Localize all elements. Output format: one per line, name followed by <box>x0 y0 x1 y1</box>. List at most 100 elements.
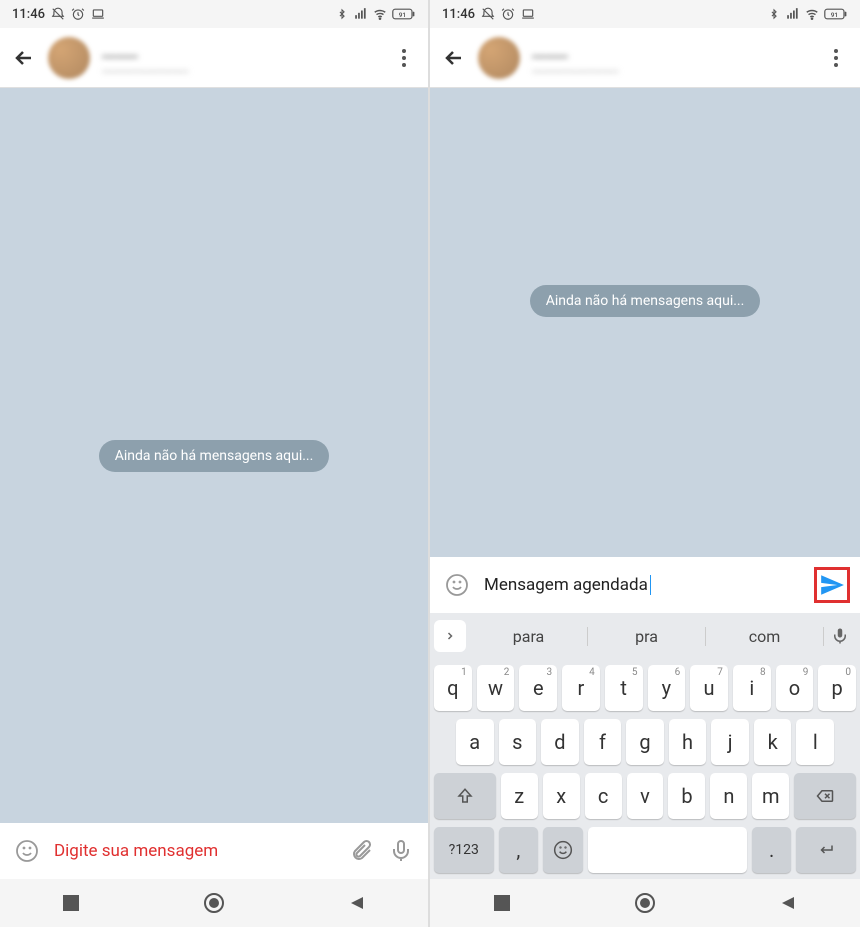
message-input[interactable]: Digite sua mensagem <box>54 841 334 861</box>
wifi-icon <box>805 7 819 21</box>
status-time: 11:46 <box>442 7 475 22</box>
key-n[interactable]: n <box>710 773 747 819</box>
key-l[interactable]: l <box>796 719 834 765</box>
shift-key[interactable] <box>434 773 496 819</box>
key-k[interactable]: k <box>754 719 792 765</box>
key-y[interactable]: y6 <box>648 665 686 711</box>
chat-area[interactable]: Ainda não há mensagens aqui... <box>430 88 860 557</box>
key-f[interactable]: f <box>584 719 622 765</box>
keyboard-suggestions: para pra com <box>430 613 860 659</box>
key-z[interactable]: z <box>501 773 538 819</box>
key-j[interactable]: j <box>711 719 749 765</box>
key-i[interactable]: i8 <box>733 665 771 711</box>
status-bar: 11:46 91 <box>0 0 428 28</box>
phone-screen-right: 11:46 91 <box>430 0 860 927</box>
phone-screen-left: 11:46 91 <box>0 0 430 927</box>
symbols-key[interactable]: ?123 <box>434 827 494 873</box>
nav-home-button[interactable] <box>202 891 226 915</box>
key-u[interactable]: u7 <box>690 665 728 711</box>
emoji-button[interactable] <box>444 572 470 598</box>
key-m[interactable]: m <box>752 773 789 819</box>
voice-button[interactable] <box>388 838 414 864</box>
send-button-highlight <box>814 567 850 603</box>
key-r[interactable]: r4 <box>562 665 600 711</box>
keyboard: q1w2e3r4t5y6u7i8o9p0 asdfghjkl zxcvbnm ?… <box>430 659 860 879</box>
nav-home-button[interactable] <box>633 891 657 915</box>
key-g[interactable]: g <box>626 719 664 765</box>
key-a[interactable]: a <box>456 719 494 765</box>
attach-button[interactable] <box>348 838 374 864</box>
send-button[interactable] <box>819 572 845 598</box>
svg-text:91: 91 <box>831 11 838 19</box>
more-options-button[interactable] <box>392 46 416 70</box>
key-h[interactable]: h <box>669 719 707 765</box>
contact-status: ________________ <box>532 60 812 74</box>
chat-area[interactable]: Ainda não há mensagens aqui... <box>0 88 428 823</box>
nav-bar <box>430 879 860 927</box>
key-b[interactable]: b <box>668 773 705 819</box>
back-button[interactable] <box>12 46 36 70</box>
comma-key[interactable]: , <box>499 827 539 873</box>
dnd-icon <box>481 7 495 21</box>
period-key[interactable]: . <box>752 827 792 873</box>
laptop-icon <box>521 7 535 21</box>
key-w[interactable]: w2 <box>477 665 515 711</box>
key-o[interactable]: o9 <box>776 665 814 711</box>
voice-input-button[interactable] <box>824 627 856 645</box>
key-x[interactable]: x <box>543 773 580 819</box>
battery-icon: 91 <box>392 7 416 21</box>
contact-name: _____ <box>102 41 380 60</box>
bluetooth-icon <box>767 7 781 21</box>
status-bar: 11:46 91 <box>430 0 860 28</box>
backspace-key[interactable] <box>794 773 856 819</box>
key-q[interactable]: q1 <box>434 665 472 711</box>
key-v[interactable]: v <box>627 773 664 819</box>
message-input-bar: Mensagem agendada <box>430 557 860 613</box>
suggestion-word[interactable]: com <box>706 627 824 646</box>
chat-header: _____ ________________ <box>430 28 860 88</box>
space-key[interactable] <box>588 827 747 873</box>
laptop-icon <box>91 7 105 21</box>
key-e[interactable]: e3 <box>519 665 557 711</box>
key-c[interactable]: c <box>585 773 622 819</box>
nav-recent-button[interactable] <box>59 891 83 915</box>
key-s[interactable]: s <box>499 719 537 765</box>
nav-recent-button[interactable] <box>490 891 514 915</box>
status-time: 11:46 <box>12 7 45 22</box>
back-button[interactable] <box>442 46 466 70</box>
empty-chat-message: Ainda não há mensagens aqui... <box>99 440 330 472</box>
message-input-bar: Digite sua mensagem <box>0 823 428 879</box>
contact-avatar[interactable] <box>478 37 520 79</box>
suggestion-word[interactable]: para <box>470 627 588 646</box>
nav-back-button[interactable] <box>776 891 800 915</box>
signal-icon <box>354 7 368 21</box>
dnd-icon <box>51 7 65 21</box>
alarm-icon <box>71 7 85 21</box>
more-options-button[interactable] <box>824 46 848 70</box>
suggestion-word[interactable]: pra <box>588 627 706 646</box>
key-p[interactable]: p0 <box>818 665 856 711</box>
contact-status: ________________ <box>102 60 380 74</box>
emoji-button[interactable] <box>14 838 40 864</box>
key-t[interactable]: t5 <box>605 665 643 711</box>
svg-text:91: 91 <box>399 11 406 19</box>
alarm-icon <box>501 7 515 21</box>
enter-key[interactable] <box>796 827 856 873</box>
contact-avatar[interactable] <box>48 37 90 79</box>
nav-back-button[interactable] <box>345 891 369 915</box>
chat-header: _____ ________________ <box>0 28 428 88</box>
contact-info[interactable]: _____ ________________ <box>532 41 812 74</box>
suggestions-expand-button[interactable] <box>434 620 466 652</box>
nav-bar <box>0 879 428 927</box>
battery-icon: 91 <box>824 7 848 21</box>
wifi-icon <box>373 7 387 21</box>
bluetooth-icon <box>335 7 349 21</box>
signal-icon <box>786 7 800 21</box>
message-input-value: Mensagem agendada <box>484 575 648 595</box>
emoji-key[interactable] <box>543 827 583 873</box>
message-input[interactable]: Mensagem agendada <box>484 575 800 596</box>
key-d[interactable]: d <box>541 719 579 765</box>
contact-info[interactable]: _____ ________________ <box>102 41 380 74</box>
empty-chat-message: Ainda não há mensagens aqui... <box>530 285 761 317</box>
text-cursor <box>650 575 652 595</box>
